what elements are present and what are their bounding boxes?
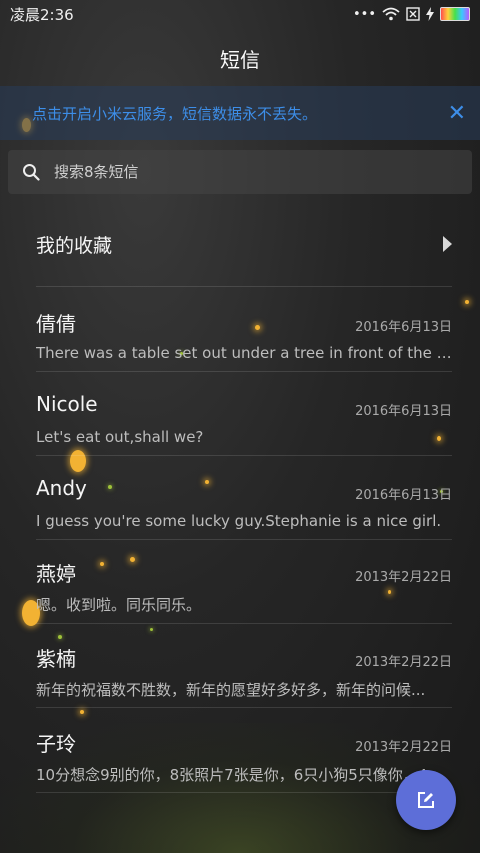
divider [36, 792, 452, 793]
divider [36, 707, 452, 708]
favorites-label: 我的收藏 [36, 234, 113, 257]
conversation-name: Andy [36, 476, 87, 500]
conversation-preview: I guess you're some lucky guy.Stephanie … [36, 512, 442, 530]
conversation-item[interactable]: 子玲 2013年2月22日 10分想念9别的你，8张照片7张是你，6只小狗5只像… [36, 710, 452, 794]
conversation-name: 子玲 [36, 732, 76, 756]
conversation-date: 2013年2月22日 [355, 655, 452, 670]
conversation-date: 2016年6月13日 [355, 404, 452, 419]
more-dots-icon: ••• [352, 6, 376, 22]
conversation-item[interactable]: 紫楠 2013年2月22日 新年的祝福数不胜数，新年的愿望好多好多，新年的问候.… [36, 625, 452, 709]
cloud-banner-text[interactable]: 点击开启小米云服务，短信数据永不丢失。 [32, 103, 317, 124]
compose-icon [418, 792, 434, 808]
cloud-banner[interactable]: 点击开启小米云服务，短信数据永不丢失。 ✕ [0, 86, 480, 140]
conversation-item[interactable]: Andy 2016年6月13日 I guess you're some luck… [36, 458, 452, 542]
conversation-date: 2013年2月22日 [355, 570, 452, 585]
divider [36, 371, 452, 372]
conversation-item[interactable]: 倩倩 2016年6月13日 There was a table set out … [36, 290, 452, 374]
wifi-icon [382, 7, 400, 21]
compose-button[interactable] [396, 770, 456, 830]
status-bar: 凌晨2:36 ••• [0, 0, 480, 28]
conversation-preview: There was a table set out under a tree i… [36, 344, 452, 362]
battery-icon [440, 7, 470, 21]
divider [36, 455, 452, 456]
conversation-name: 倩倩 [36, 312, 76, 336]
search-input[interactable] [52, 162, 436, 182]
status-icons: ••• [353, 7, 470, 22]
conversation-preview: 嗯。收到啦。同乐同乐。 [36, 596, 202, 614]
conversation-preview: Let's eat out,shall we? [36, 428, 204, 446]
conversation-name: 燕婷 [36, 562, 76, 586]
charging-icon [426, 7, 434, 21]
conversation-date: 2013年2月22日 [355, 740, 452, 755]
search-bar[interactable] [8, 150, 472, 194]
favorites-row[interactable]: 我的收藏 [36, 216, 452, 272]
decor-speck [465, 300, 469, 304]
status-time: 凌晨2:36 [10, 5, 74, 24]
search-icon [23, 164, 40, 181]
close-icon[interactable]: ✕ [448, 101, 466, 126]
conversation-item[interactable]: 燕婷 2013年2月22日 嗯。收到啦。同乐同乐。 [36, 540, 452, 624]
conversation-preview: 新年的祝福数不胜数，新年的愿望好多好多，新年的问候... [36, 681, 426, 699]
no-sim-icon [406, 7, 420, 21]
conversation-date: 2016年6月13日 [355, 320, 452, 335]
conversation-date: 2016年6月13日 [355, 488, 452, 503]
conversation-name: Nicole [36, 392, 98, 416]
conversation-item[interactable]: Nicole 2016年6月13日 Let's eat out,shall we… [36, 374, 452, 458]
page-title: 短信 [220, 48, 260, 72]
conversation-name: 紫楠 [36, 647, 76, 671]
divider [36, 623, 452, 624]
divider [36, 286, 452, 287]
conversation-preview: 10分想念9别的你，8张照片7张是你，6只小狗5只像你，4... [36, 766, 442, 784]
chevron-right-icon [443, 236, 452, 252]
